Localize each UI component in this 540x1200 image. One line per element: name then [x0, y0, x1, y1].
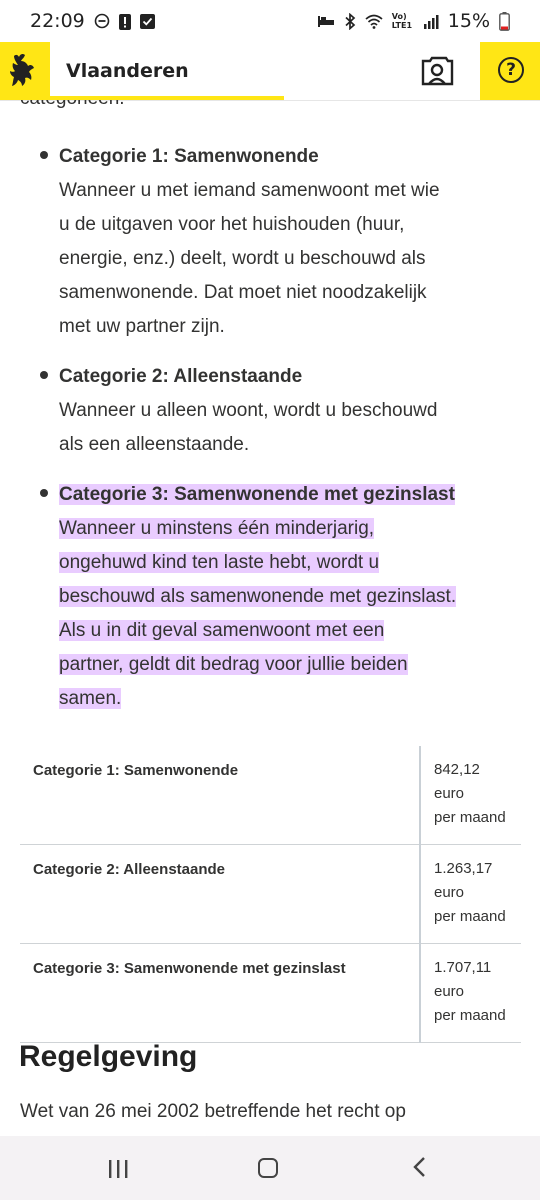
category-line: Wanneer u alleen woont, wordt u beschouw…	[59, 400, 438, 421]
alert-icon	[118, 13, 131, 30]
category-line: als een alleenstaande.	[59, 434, 250, 455]
signal-icon	[423, 14, 439, 29]
table-row: Categorie 1: Samenwonende 842,12 euro pe…	[20, 746, 521, 845]
category-line: met uw partner zijn.	[59, 316, 225, 337]
category-line[interactable]: beschouwd als samenwonende met gezinslas…	[59, 580, 516, 614]
list-item-highlighted[interactable]: Categorie 3: Samenwonende met gezinslast…	[0, 478, 540, 716]
site-header: Vlaanderen ?	[0, 42, 540, 101]
lion-icon	[10, 53, 34, 86]
recent-apps-icon	[109, 1160, 128, 1178]
category-title: Categorie 2: Alleenstaande	[59, 366, 303, 387]
category-list: Categorie 1: Samenwonende Wanneer u met …	[0, 140, 540, 732]
amount-value: 1.707,11 euro	[434, 959, 492, 1000]
category-title: Categorie 1: Samenwonende	[59, 146, 319, 167]
bullet	[40, 489, 48, 497]
volte-icon: Vo) LTE1	[391, 12, 413, 30]
gallery-button[interactable]	[418, 54, 456, 88]
table-cell-amount: 1.263,17 euro per maand	[419, 844, 521, 944]
table-row: Categorie 3: Samenwonende met gezinslast…	[20, 943, 521, 1043]
table-cell-amount: 842,12 euro per maand	[419, 746, 521, 845]
checkbox-notification-icon	[139, 13, 155, 29]
table-cell-category: Categorie 2: Alleenstaande	[20, 844, 420, 944]
category-line[interactable]: samen.	[59, 682, 516, 716]
table-cell-category: Categorie 3: Samenwonende met gezinslast	[20, 943, 420, 1043]
vlaanderen-logo[interactable]	[0, 42, 50, 100]
category-line[interactable]: Als u in dit geval samenwoont met een	[59, 614, 516, 648]
amounts-table: Categorie 1: Samenwonende 842,12 euro pe…	[20, 746, 521, 1043]
section-paragraph: Wet van 26 mei 2002 betreffende het rech…	[20, 1101, 406, 1122]
category-line: samenwonende. Dat moet niet noodzakelijk	[59, 282, 427, 303]
list-item: Categorie 2: Alleenstaande Wanneer u all…	[0, 360, 540, 462]
category-line[interactable]: Wanneer u minstens één minderjarig,	[59, 512, 516, 546]
bullet	[40, 371, 48, 379]
category-line: u de uitgaven voor het huishouden (huur,	[59, 214, 405, 235]
category-line: energie, enz.) deelt, wordt u beschouwd …	[59, 248, 426, 269]
amount-value: 1.263,17 euro	[434, 860, 493, 901]
system-nav-bar	[0, 1136, 540, 1200]
cut-off-text: categorieën.	[20, 100, 125, 110]
status-bar: 22:09 Vo) LTE1 15%	[0, 0, 540, 42]
amount-period: per maand	[434, 908, 506, 925]
back-button[interactable]	[412, 1157, 428, 1177]
category-line[interactable]: ongehuwd kind ten laste hebt, wordt u	[59, 546, 516, 580]
amount-period: per maand	[434, 1007, 506, 1024]
back-icon	[413, 1157, 425, 1177]
category-line: Wanneer u met iemand samenwoont met wie	[59, 180, 440, 201]
main-content: categorieën. Categorie 1: Samenwonende W…	[0, 100, 540, 1136]
sleep-mode-icon	[317, 14, 335, 28]
help-button[interactable]: ?	[480, 42, 540, 100]
brand-name[interactable]: Vlaanderen	[66, 60, 189, 82]
list-item: Categorie 1: Samenwonende Wanneer u met …	[0, 140, 540, 344]
amount-period: per maand	[434, 809, 506, 826]
home-button[interactable]	[258, 1158, 278, 1178]
clock: 22:09	[30, 10, 85, 32]
battery-icon	[499, 11, 510, 31]
battery-percent: 15%	[447, 10, 490, 32]
section-heading: Regelgeving	[19, 1040, 198, 1073]
image-search-icon	[421, 56, 454, 86]
recent-apps-button[interactable]	[107, 1160, 129, 1178]
bullet	[40, 151, 48, 159]
category-title[interactable]: Categorie 3: Samenwonende met gezinslast	[59, 484, 455, 505]
table-row: Categorie 2: Alleenstaande 1.263,17 euro…	[20, 844, 521, 944]
table-cell-amount: 1.707,11 euro per maand	[419, 943, 521, 1043]
do-not-disturb-icon	[94, 13, 110, 29]
wifi-icon	[365, 14, 383, 29]
amount-value: 842,12 euro	[434, 761, 480, 802]
help-icon: ?	[498, 57, 524, 83]
table-cell-category: Categorie 1: Samenwonende	[20, 746, 420, 845]
bluetooth-icon	[344, 12, 356, 30]
category-line[interactable]: partner, geldt dit bedrag voor jullie be…	[59, 648, 516, 682]
